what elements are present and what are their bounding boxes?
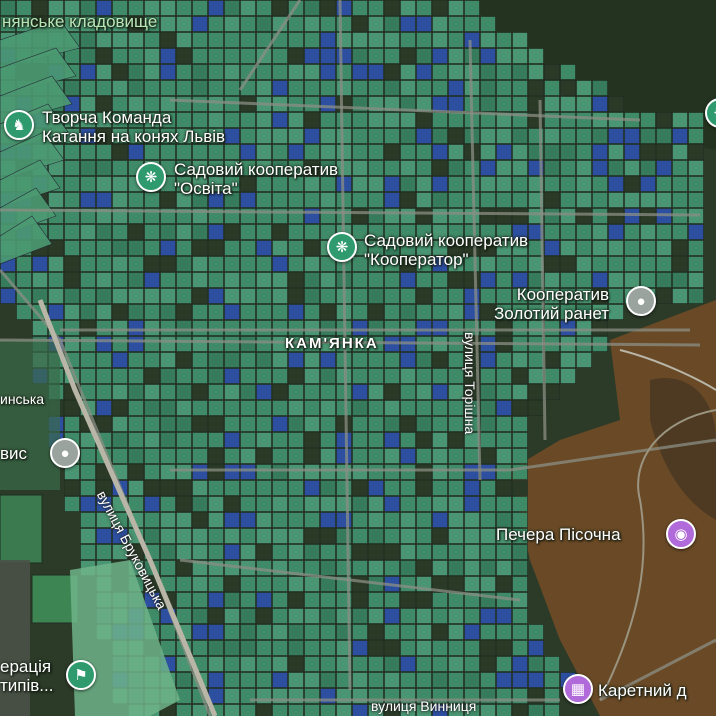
place-label-federatsia[interactable]: ерація типів... — [0, 657, 53, 695]
street-label-vynnytsia: вулиця Винниця — [371, 698, 477, 714]
place-label-pechera[interactable]: Печера Пісочна — [496, 525, 621, 544]
cooperative-icon[interactable]: ● — [626, 286, 656, 316]
place-label-zolotyi[interactable]: Кооператив Золотий ранет — [494, 285, 609, 323]
place-label-osvita[interactable]: Садовий кооператив "Освіта" — [174, 160, 338, 198]
tvorcha-line: Творча Команда Катання на конях Львів — [42, 108, 226, 146]
camera-icon[interactable]: ◉ — [666, 519, 696, 549]
place-label-vis[interactable]: вис — [0, 444, 27, 463]
building-icon[interactable]: ▦ — [563, 674, 593, 704]
federatsia-text: ерація типів... — [0, 657, 54, 695]
map-canvas[interactable]: нянське кладовище ♞ Творча Команда Катан… — [0, 0, 716, 716]
kooperator-text: Садовий кооператив "Кооператор" — [364, 231, 529, 269]
street-label-torishna: вулиця Торішна — [462, 332, 478, 435]
place-label-kooperator[interactable]: Садовий кооператив "Кооператор" — [364, 231, 528, 269]
sports-icon[interactable]: ⚑ — [66, 660, 96, 690]
location-pin-icon[interactable]: ● — [50, 438, 80, 468]
zolotyi-text: Кооператив Золотий ранет — [494, 285, 610, 323]
area-label-kamianka: КАМ'ЯНКА — [285, 335, 379, 352]
place-label-karetnyi[interactable]: Каретний д — [598, 681, 687, 700]
horse-riding-icon[interactable]: ♞ — [4, 110, 34, 140]
garden-cooperative-icon-2[interactable]: ❋ — [327, 232, 357, 262]
osvita-text: Садовий кооператив "Освіта" — [174, 160, 339, 198]
place-label-ynska: инська — [0, 391, 45, 407]
place-label-cemetery[interactable]: нянське кладовище — [2, 12, 157, 31]
place-label-tvorcha[interactable]: Творча Команда Катання на конях Львів — [42, 108, 225, 146]
garden-cooperative-icon[interactable]: ❋ — [136, 162, 166, 192]
